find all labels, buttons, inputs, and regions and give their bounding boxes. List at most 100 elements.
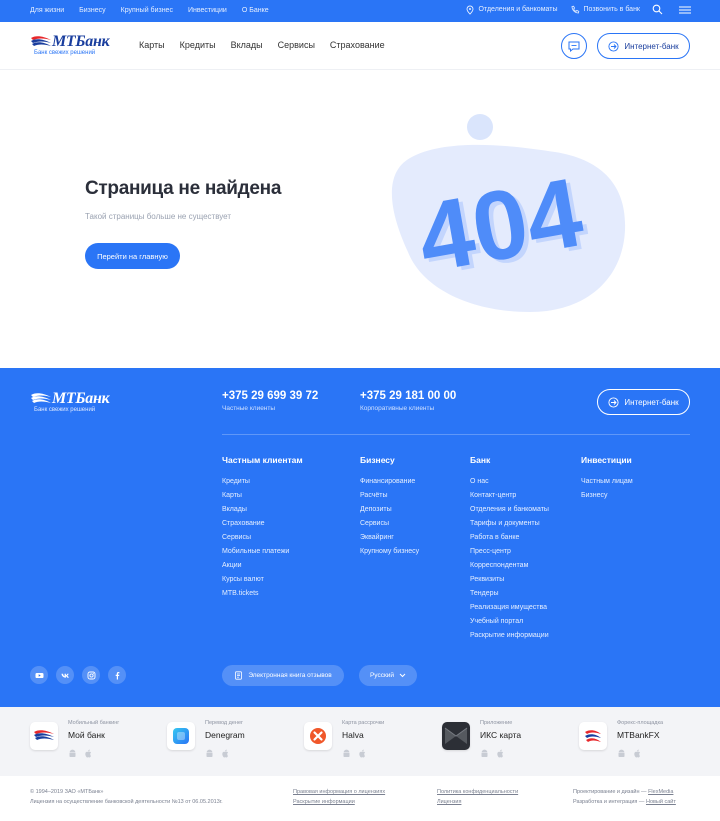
reviews-book-label: Электронная книга отзывов (248, 672, 332, 679)
app-card-halva[interactable]: Карта рассрочки Halva (304, 720, 434, 765)
footer-link[interactable]: Контакт-центр (470, 489, 549, 503)
footer-internet-bank-button[interactable]: Интернет-банк (597, 389, 690, 415)
internet-bank-button[interactable]: Интернет-банк (597, 33, 690, 59)
apple-icon[interactable] (358, 749, 367, 758)
footer-link[interactable]: Работа в банке (470, 531, 549, 545)
segment-link-investments[interactable]: Инвестиции (188, 7, 227, 14)
reviews-book-button[interactable]: Электронная книга отзывов (222, 665, 344, 686)
segment-link-business[interactable]: Бизнесу (79, 7, 105, 14)
menu-icon[interactable] (679, 5, 691, 15)
footer-link[interactable]: О нас (470, 475, 549, 489)
android-icon[interactable] (205, 749, 214, 758)
design-credit: Проектирование и дизайн — (573, 789, 647, 795)
android-icon[interactable] (617, 749, 626, 758)
denegram-icon (167, 722, 195, 750)
disclosure-link[interactable]: Раскрытие информации (293, 799, 355, 805)
top-bar: Для жизни Бизнесу Крупный бизнес Инвести… (0, 0, 720, 22)
chat-button[interactable] (561, 33, 587, 59)
license-text: Лицензия на осуществление банковской дея… (30, 799, 223, 805)
mtbank-logo-icon (31, 393, 51, 403)
footer-column-business: Бизнесу Финансирование Расчёты Депозиты … (360, 455, 419, 559)
footer-link[interactable]: Тендеры (470, 587, 549, 601)
footer-link[interactable]: Бизнесу (581, 489, 633, 503)
branches-label: Отделения и банкоматы (478, 6, 558, 13)
logo-slogan: Банк свежих решений (34, 50, 96, 56)
footer-link[interactable]: Частным лицам (581, 475, 633, 489)
license-link[interactable]: Лицензия (437, 799, 461, 805)
mtbankfx-icon (579, 722, 607, 750)
footer-link[interactable]: Корреспондентам (470, 559, 549, 573)
search-icon[interactable] (652, 4, 663, 15)
book-icon (235, 671, 243, 680)
design-credit-link[interactable]: FlexMedia (648, 789, 673, 795)
facebook-icon[interactable] (108, 666, 126, 684)
footer-link[interactable]: Кредиты (222, 475, 303, 489)
phone-label: Частные клиенты (222, 405, 276, 412)
apple-icon[interactable] (633, 749, 642, 758)
call-bank-link[interactable]: Позвонить в банк (570, 5, 640, 15)
mtbank-logo[interactable]: МТБанк Банк свежих решений (30, 33, 110, 59)
mtbank-logo-icon (31, 36, 51, 46)
footer-link[interactable]: Расчёты (360, 489, 419, 503)
app-title: Halva (342, 730, 364, 740)
footer-link[interactable]: MTB.tickets (222, 587, 303, 601)
footer-link[interactable]: Пресс-центр (470, 545, 549, 559)
nav-item-credits[interactable]: Кредиты (180, 40, 216, 50)
footer-logo[interactable]: МТБанк Банк свежих решений (30, 390, 120, 416)
footer-link[interactable]: Финансирование (360, 475, 419, 489)
segment-link-corporate[interactable]: Крупный бизнес (121, 7, 173, 14)
footer: МТБанк Банк свежих решений +375 29 699 3… (0, 368, 720, 707)
instagram-icon[interactable] (82, 666, 100, 684)
app-card-mtbankfx[interactable]: Форекс-площадка MTBankFX (579, 720, 709, 765)
footer-link[interactable]: Сервисы (360, 517, 419, 531)
phone-corporate[interactable]: +375 29 181 00 00 Корпоративные клиенты (360, 390, 456, 412)
segment-link-life[interactable]: Для жизни (30, 7, 64, 14)
app-caption: Карта рассрочки (342, 720, 385, 726)
dev-credit-link[interactable]: Новый сайт (646, 799, 676, 805)
footer-link[interactable]: Эквайринг (360, 531, 419, 545)
app-caption: Приложение (480, 720, 513, 726)
footer-link[interactable]: Страхование (222, 517, 303, 531)
nav-item-services[interactable]: Сервисы (278, 40, 315, 50)
footer-column-private: Частным клиентам Кредиты Карты Вклады Ст… (222, 455, 303, 601)
vk-icon[interactable] (56, 666, 74, 684)
apple-icon[interactable] (221, 749, 230, 758)
footer-link[interactable]: Крупному бизнесу (360, 545, 419, 559)
privacy-policy-link[interactable]: Политика конфиденциальности (437, 789, 518, 795)
android-icon[interactable] (480, 749, 489, 758)
footer-link[interactable]: Реквизиты (470, 573, 549, 587)
footer-divider (222, 434, 690, 435)
nav-item-deposits[interactable]: Вклады (231, 40, 263, 50)
column-title: Бизнесу (360, 455, 395, 465)
app-card-my-bank[interactable]: Мобильный банкинг Мой банк (30, 720, 160, 765)
footer-link[interactable]: Раскрытие информации (470, 629, 549, 643)
go-home-button[interactable]: Перейти на главную (85, 243, 180, 269)
android-icon[interactable] (68, 749, 77, 758)
footer-column-bank: Банк О нас Контакт-центр Отделения и бан… (470, 455, 549, 643)
footer-link[interactable]: Мобильные платежи (222, 545, 303, 559)
footer-link[interactable]: Тарифы и документы (470, 517, 549, 531)
phone-private[interactable]: +375 29 699 39 72 Частные клиенты (222, 390, 318, 412)
footer-link[interactable]: Сервисы (222, 531, 303, 545)
footer-logo-slogan: Банк свежих решений (34, 407, 96, 413)
footer-link[interactable]: Вклады (222, 503, 303, 517)
apple-icon[interactable] (84, 749, 93, 758)
nav-item-cards[interactable]: Карты (139, 40, 165, 50)
nav-item-insurance[interactable]: Страхование (330, 40, 385, 50)
branches-link[interactable]: Отделения и банкоматы (465, 5, 558, 15)
footer-link[interactable]: Акции (222, 559, 303, 573)
app-card-iks[interactable]: Приложение ИКС карта (442, 720, 572, 765)
legal-license-link[interactable]: Правовая информация о лицензиях (293, 789, 385, 795)
android-icon[interactable] (342, 749, 351, 758)
footer-link[interactable]: Отделения и банкоматы (470, 503, 549, 517)
apple-icon[interactable] (496, 749, 505, 758)
footer-link[interactable]: Депозиты (360, 503, 419, 517)
app-card-denegram[interactable]: Перевод денег Denegram (167, 720, 297, 765)
language-select[interactable]: Русский (359, 665, 417, 686)
segment-link-about[interactable]: О Банке (242, 7, 269, 14)
footer-link[interactable]: Учебный портал (470, 615, 549, 629)
footer-link[interactable]: Курсы валют (222, 573, 303, 587)
footer-link[interactable]: Карты (222, 489, 303, 503)
youtube-icon[interactable] (30, 666, 48, 684)
footer-link[interactable]: Реализация имущества (470, 601, 549, 615)
